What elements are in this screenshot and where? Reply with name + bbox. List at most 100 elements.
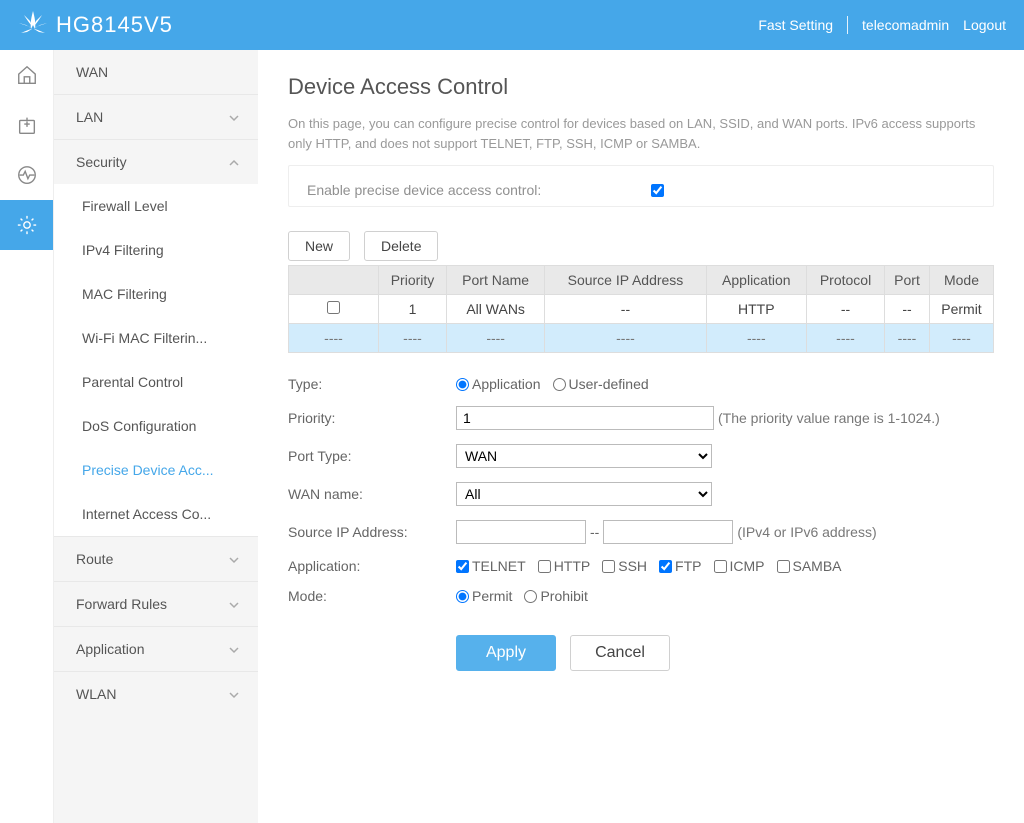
enable-panel: Enable precise device access control: [288, 165, 994, 207]
sidebar-label: Application [76, 641, 145, 657]
sidebar-label: LAN [76, 109, 103, 125]
apply-button[interactable]: Apply [456, 635, 556, 671]
cell-checkbox [289, 295, 379, 324]
sidebar-item-wan[interactable]: WAN [54, 50, 258, 94]
cell-portname: All WANs [447, 295, 545, 324]
priority-hint: (The priority value range is 1-1024.) [718, 410, 940, 426]
col-srcip: Source IP Address [545, 266, 706, 295]
header: HG8145V5 Fast Setting telecomadmin Logou… [0, 0, 1024, 50]
sidebar-label: WAN [76, 64, 108, 80]
col-mode: Mode [929, 266, 993, 295]
table-row[interactable]: 1 All WANs -- HTTP -- -- Permit [289, 295, 994, 324]
fast-setting-link[interactable]: Fast Setting [758, 17, 833, 33]
col-protocol: Protocol [806, 266, 884, 295]
app-chk-ssh[interactable] [602, 560, 615, 573]
chevron-down-icon [228, 598, 240, 610]
type-label: Type: [288, 376, 456, 392]
delete-button[interactable]: Delete [364, 231, 438, 261]
sidebar-sub-security: Firewall Level IPv4 Filtering MAC Filter… [54, 184, 258, 536]
mode-radio-prohibit[interactable] [524, 590, 537, 603]
sidebar-item-application[interactable]: Application [54, 626, 258, 671]
sidebar-item-forward-rules[interactable]: Forward Rules [54, 581, 258, 626]
table-header-row: Priority Port Name Source IP Address App… [289, 266, 994, 295]
srcip-hint: (IPv4 or IPv6 address) [737, 524, 876, 540]
new-button[interactable]: New [288, 231, 350, 261]
username-link[interactable]: telecomadmin [862, 17, 949, 33]
iconbar-home[interactable] [0, 50, 53, 100]
logout-link[interactable]: Logout [963, 17, 1006, 33]
chevron-up-icon [228, 156, 240, 168]
srcip-separator: -- [590, 524, 599, 540]
sidebar-label: Forward Rules [76, 596, 167, 612]
porttype-label: Port Type: [288, 448, 456, 464]
srcip-from-input[interactable] [456, 520, 586, 544]
mode-label: Mode: [288, 588, 456, 604]
sidebar-sub-dos[interactable]: DoS Configuration [54, 404, 258, 448]
sidebar-sub-firewall[interactable]: Firewall Level [54, 184, 258, 228]
cell-protocol: -- [806, 295, 884, 324]
sidebar-sub-wifi-mac[interactable]: Wi-Fi MAC Filterin... [54, 316, 258, 360]
table-toolbar: New Delete [288, 231, 994, 261]
iconbar-maintain[interactable] [0, 150, 53, 200]
sidebar-sub-precise-device[interactable]: Precise Device Acc... [54, 448, 258, 492]
sidebar-sub-internet-access[interactable]: Internet Access Co... [54, 492, 258, 536]
sidebar-label: Route [76, 551, 113, 567]
app-chk-http[interactable] [538, 560, 551, 573]
header-right: Fast Setting telecomadmin Logout [758, 16, 1006, 34]
sidebar-sub-ipv4[interactable]: IPv4 Filtering [54, 228, 258, 272]
model-name: HG8145V5 [56, 12, 173, 38]
srcip-to-input[interactable] [603, 520, 733, 544]
cell-port: -- [885, 295, 930, 324]
sidebar-label: WLAN [76, 686, 116, 702]
cancel-button[interactable]: Cancel [570, 635, 670, 671]
page-title: Device Access Control [288, 74, 994, 100]
sidebar-item-wlan[interactable]: WLAN [54, 671, 258, 716]
enable-label: Enable precise device access control: [307, 182, 541, 198]
chevron-down-icon [228, 111, 240, 123]
app-chk-telnet[interactable] [456, 560, 469, 573]
sidebar-sub-mac[interactable]: MAC Filtering [54, 272, 258, 316]
col-port: Port [885, 266, 930, 295]
sidebar-item-route[interactable]: Route [54, 536, 258, 581]
wanname-select[interactable]: All [456, 482, 712, 506]
iconbar-settings[interactable] [0, 200, 53, 250]
col-checkbox [289, 266, 379, 295]
app-chk-ftp[interactable] [659, 560, 672, 573]
col-application: Application [706, 266, 806, 295]
srcip-label: Source IP Address: [288, 524, 456, 540]
app-chk-icmp[interactable] [714, 560, 727, 573]
cell-application: HTTP [706, 295, 806, 324]
iconbar [0, 50, 54, 823]
type-radio-userdefined[interactable] [553, 378, 566, 391]
huawei-logo-icon [18, 11, 48, 39]
row-checkbox[interactable] [327, 301, 340, 314]
cell-srcip: -- [545, 295, 706, 324]
porttype-select[interactable]: WAN [456, 444, 712, 468]
sidebar-item-lan[interactable]: LAN [54, 94, 258, 139]
chevron-down-icon [228, 643, 240, 655]
priority-input[interactable] [456, 406, 714, 430]
priority-label: Priority: [288, 410, 456, 426]
sidebar-sub-parental[interactable]: Parental Control [54, 360, 258, 404]
header-separator [847, 16, 848, 34]
application-label: Application: [288, 558, 456, 574]
chevron-down-icon [228, 553, 240, 565]
sidebar: WAN LAN Security Firewall Level IPv4 Fil… [54, 50, 258, 823]
type-radio-application[interactable] [456, 378, 469, 391]
page-description: On this page, you can configure precise … [288, 114, 994, 165]
app-chk-samba[interactable] [777, 560, 790, 573]
mode-radio-permit[interactable] [456, 590, 469, 603]
sidebar-item-security[interactable]: Security [54, 139, 258, 184]
iconbar-diagnose[interactable] [0, 100, 53, 150]
chevron-down-icon [228, 688, 240, 700]
rules-table: Priority Port Name Source IP Address App… [288, 265, 994, 353]
cell-mode: Permit [929, 295, 993, 324]
col-portname: Port Name [447, 266, 545, 295]
wanname-label: WAN name: [288, 486, 456, 502]
edit-form: Type: Application User-defined Priority:… [288, 369, 994, 671]
form-actions: Apply Cancel [288, 635, 994, 671]
col-priority: Priority [379, 266, 447, 295]
enable-checkbox[interactable] [651, 184, 664, 197]
logo: HG8145V5 [18, 11, 173, 39]
table-empty-row: ---- ---- ---- ---- ---- ---- ---- ---- [289, 324, 994, 353]
